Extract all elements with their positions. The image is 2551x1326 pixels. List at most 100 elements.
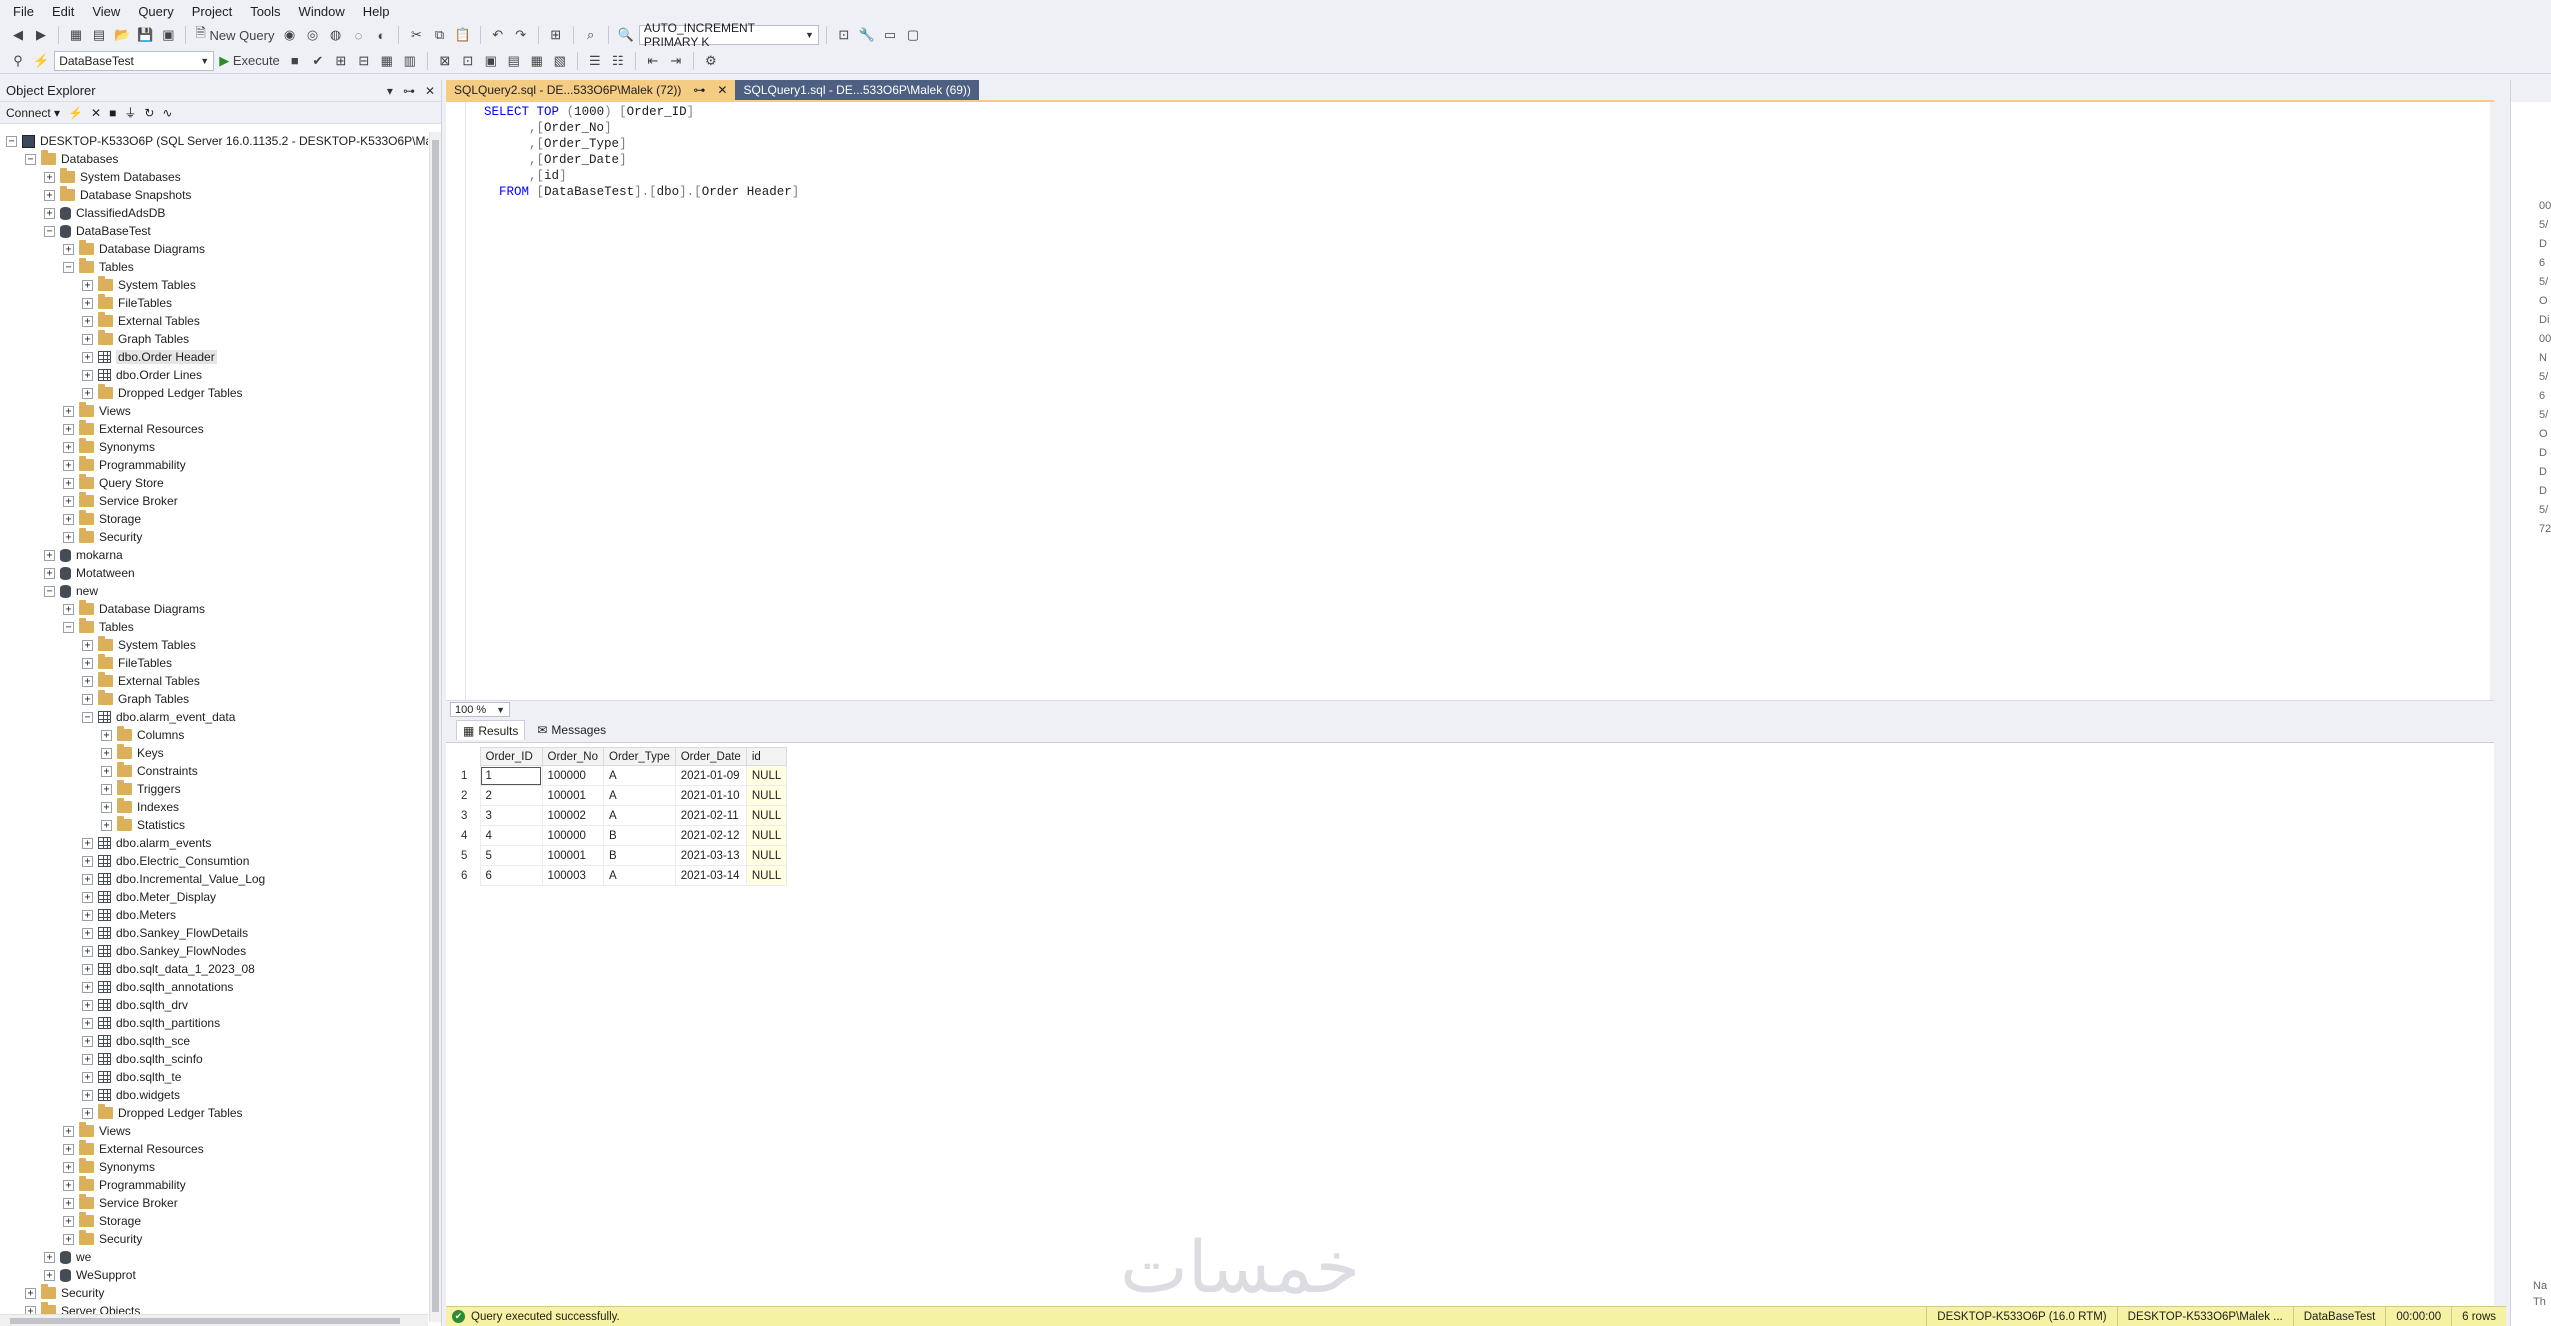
expand-icon[interactable]: + <box>101 819 112 831</box>
expand-icon[interactable]: + <box>63 459 74 471</box>
expand-icon[interactable]: + <box>82 333 93 345</box>
collapse-icon[interactable]: − <box>6 135 17 147</box>
tree-node[interactable]: + Dropped Ledger Tables <box>0 384 428 402</box>
grid-cell[interactable]: 100001 <box>541 785 604 806</box>
tree-node[interactable]: + External Resources <box>0 420 428 438</box>
collapse-icon[interactable]: − <box>44 225 55 237</box>
expand-icon[interactable]: + <box>82 639 93 651</box>
tree-node[interactable]: + dbo.sqlth_scinfo <box>0 1050 428 1068</box>
undo-icon[interactable]: ↶ <box>488 25 508 45</box>
expand-icon[interactable]: + <box>63 1215 74 1227</box>
filter-icon[interactable]: ⏚ <box>124 104 136 121</box>
expand-icon[interactable]: + <box>82 909 93 921</box>
back-icon[interactable]: ◀ <box>8 25 28 45</box>
tree-node[interactable]: + FileTables <box>0 654 428 672</box>
grid-cell[interactable]: B <box>603 825 676 846</box>
client-statistics-icon[interactable]: ▣ <box>481 51 501 71</box>
zoom-combo[interactable]: 100 % ▼ <box>450 702 510 717</box>
expand-icon[interactable]: + <box>82 927 93 939</box>
expand-icon[interactable]: + <box>82 963 93 975</box>
expand-icon[interactable]: + <box>63 477 74 489</box>
collapse-icon[interactable]: − <box>82 711 93 723</box>
tree-node[interactable]: + Security <box>0 1284 428 1302</box>
query-options-icon[interactable]: ⊟ <box>354 51 374 71</box>
tab-results[interactable]: ▦ Results <box>456 720 526 740</box>
expand-icon[interactable]: + <box>82 1089 93 1101</box>
tree-node[interactable]: + Storage <box>0 510 428 528</box>
grid-cell[interactable]: NULL <box>745 805 788 826</box>
refresh-icon[interactable]: ↻ <box>144 106 154 120</box>
results-to-file-icon[interactable]: ▥ <box>400 51 420 71</box>
tree-node[interactable]: + System Databases <box>0 168 428 186</box>
new-project-icon[interactable]: ▦ <box>66 25 86 45</box>
expand-icon[interactable]: + <box>44 1269 55 1281</box>
grid-cell[interactable]: NULL <box>745 845 788 866</box>
expand-icon[interactable]: + <box>82 873 93 885</box>
tree-node[interactable]: − dbo.alarm_event_data <box>0 708 428 726</box>
grid-cell[interactable]: 3 <box>479 805 543 826</box>
expand-icon[interactable]: + <box>82 1107 93 1119</box>
menu-query[interactable]: Query <box>129 4 182 19</box>
grid-cell[interactable]: 100000 <box>541 825 604 846</box>
results-file-icon[interactable]: ▧ <box>550 51 570 71</box>
tree-node[interactable]: + dbo.Meter_Display <box>0 888 428 906</box>
stop-icon[interactable]: ■ <box>285 51 305 71</box>
tree-node[interactable]: + dbo.Order Lines <box>0 366 428 384</box>
results-to-grid-icon[interactable]: ▦ <box>377 51 397 71</box>
tab-query-1[interactable]: SQLQuery2.sql - DE...533O6P\Malek (72)) ⊶… <box>446 80 736 100</box>
object-explorer-horizontal-scrollbar[interactable] <box>0 1314 428 1326</box>
object-explorer-vertical-scrollbar[interactable] <box>429 132 441 1322</box>
tree-node[interactable]: + dbo.Incremental_Value_Log <box>0 870 428 888</box>
expand-icon[interactable]: + <box>101 801 112 813</box>
tree-node[interactable]: − new <box>0 582 428 600</box>
tree-node[interactable]: − Tables <box>0 258 428 276</box>
tree-node[interactable]: + we <box>0 1248 428 1266</box>
expand-icon[interactable]: + <box>63 513 74 525</box>
expand-icon[interactable]: + <box>63 1161 74 1173</box>
tree-node[interactable]: + Statistics <box>0 816 428 834</box>
expand-icon[interactable]: + <box>82 351 93 363</box>
expand-icon[interactable]: + <box>82 297 93 309</box>
available-databases-combo[interactable]: DataBaseTest ▼ <box>54 50 215 71</box>
tree-node[interactable]: + dbo.Electric_Consumtion <box>0 852 428 870</box>
tree-node[interactable]: + Programmability <box>0 1176 428 1194</box>
tree-node[interactable]: + dbo.Order Header <box>0 348 428 366</box>
save-icon[interactable]: 💾 <box>135 25 155 45</box>
close-icon[interactable]: ✕ <box>425 84 435 98</box>
grid-cell[interactable]: 2 <box>479 785 543 806</box>
expand-icon[interactable]: + <box>44 549 55 561</box>
column-header[interactable]: Order_No <box>541 747 604 766</box>
tree-node[interactable]: − Tables <box>0 618 428 636</box>
expand-icon[interactable]: + <box>82 981 93 993</box>
expand-icon[interactable]: + <box>25 1287 36 1299</box>
find-icon[interactable]: ⌕ <box>581 25 601 45</box>
expand-icon[interactable]: + <box>63 441 74 453</box>
grid-cell[interactable]: 4 <box>479 825 543 846</box>
menu-help[interactable]: Help <box>354 4 399 19</box>
expand-icon[interactable]: + <box>82 387 93 399</box>
specify-template-values-icon[interactable]: ⚙ <box>701 51 721 71</box>
tree-node[interactable]: + External Tables <box>0 312 428 330</box>
grid-cell[interactable]: NULL <box>745 765 788 786</box>
tree-node[interactable]: + Columns <box>0 726 428 744</box>
tree-node[interactable]: + Database Diagrams <box>0 600 428 618</box>
comment-icon[interactable]: ☰ <box>585 51 605 71</box>
expand-icon[interactable]: + <box>82 675 93 687</box>
menu-view[interactable]: View <box>83 4 129 19</box>
grid-cell[interactable]: 5 <box>479 845 543 866</box>
expand-icon[interactable]: + <box>82 1053 93 1065</box>
add-item-icon[interactable]: ▤ <box>89 25 109 45</box>
change-connection-icon[interactable]: ⚡ <box>31 51 51 71</box>
expand-icon[interactable]: + <box>82 855 93 867</box>
column-header[interactable]: id <box>745 747 788 766</box>
tree-node[interactable]: + System Tables <box>0 276 428 294</box>
tree-node[interactable]: + Dropped Ledger Tables <box>0 1104 428 1122</box>
toolbox-icon[interactable]: ▭ <box>880 25 900 45</box>
tree-node[interactable]: + FileTables <box>0 294 428 312</box>
redo-icon[interactable]: ↷ <box>511 25 531 45</box>
expand-icon[interactable]: + <box>82 1071 93 1083</box>
collapse-icon[interactable]: − <box>63 261 74 273</box>
uncomment-icon[interactable]: ☷ <box>608 51 628 71</box>
tree-node[interactable]: + Indexes <box>0 798 428 816</box>
tree-node[interactable]: + dbo.widgets <box>0 1086 428 1104</box>
